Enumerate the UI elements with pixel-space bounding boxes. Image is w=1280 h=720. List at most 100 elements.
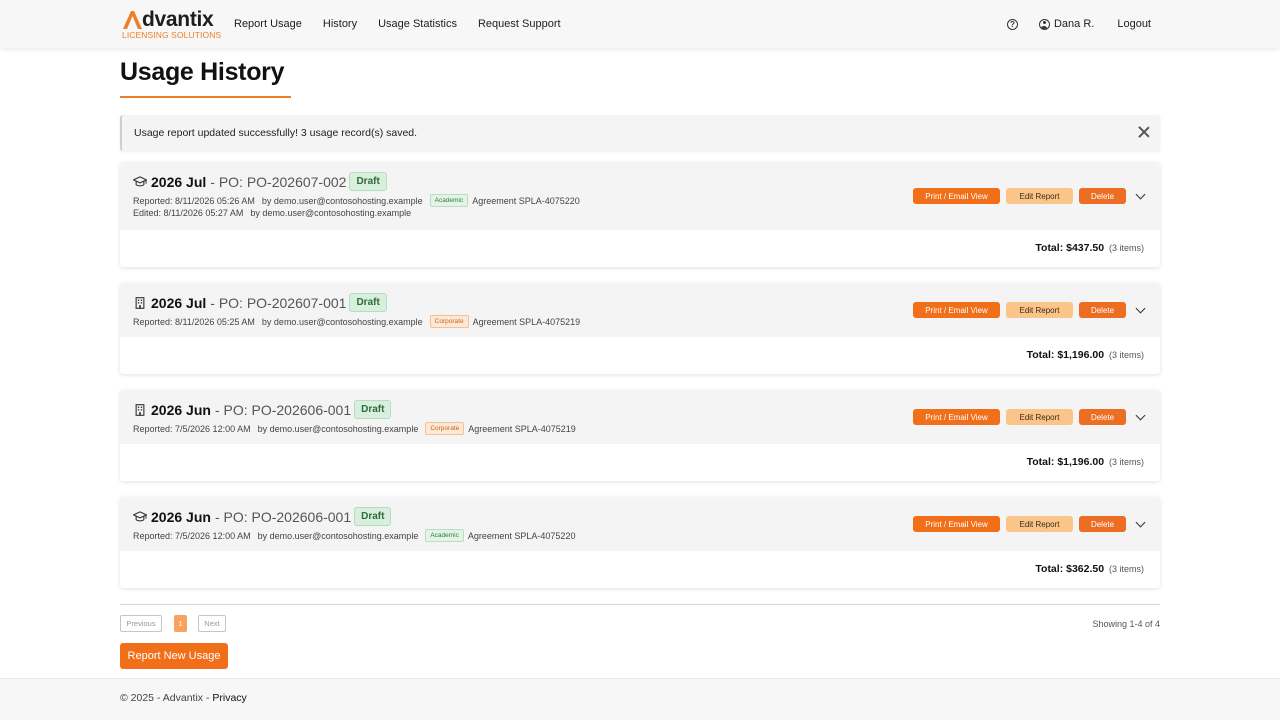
customer-type-badge: Corporate (425, 422, 465, 435)
report-meta: Reported: 8/11/2026 05:25 AM by demo.use… (133, 315, 580, 328)
status-badge: Draft (349, 293, 387, 312)
success-alert: Usage report updated successfully! 3 usa… (120, 115, 1160, 151)
report-card-footer: Total: $362.50 (3 items) (120, 551, 1160, 588)
alert-text: Usage report updated successfully! 3 usa… (134, 127, 418, 139)
report-period: 2026 Jul (151, 173, 207, 190)
delete-button[interactable]: Delete (1079, 516, 1126, 532)
total-amount: Total: $437.50 (1035, 242, 1105, 254)
delete-button[interactable]: Delete (1079, 409, 1126, 425)
nav-history[interactable]: History (323, 18, 357, 30)
report-title: 2026 Jul - PO: PO-202607-002 Draft (133, 172, 387, 191)
user-name: Dana R. (1053, 18, 1095, 30)
privacy-link[interactable]: Privacy (212, 692, 246, 704)
report-edit-meta: Edited: 8/11/2026 05:27 AM by demo.user@… (133, 208, 411, 218)
report-card: 2026 Jul - PO: PO-202607-001 Draft Repor… (120, 283, 1160, 374)
report-new-usage-button[interactable]: Report New Usage (120, 643, 228, 669)
pagination-next-button[interactable]: Next (198, 615, 226, 632)
edited-by: by demo.user@contosohosting.example (250, 208, 412, 218)
pagination-divider (120, 604, 1160, 605)
edit-report-button[interactable]: Edit Report (1006, 188, 1073, 204)
report-actions: Print / Email View Edit Report Delete (913, 516, 1126, 532)
main-nav: Report Usage History Usage Statistics Re… (234, 0, 582, 48)
advantix-logo-mark-icon (123, 11, 142, 29)
pagination-summary: Showing 1-4 of 4 (1092, 619, 1160, 629)
report-card-footer: Total: $1,196.00 (3 items) (120, 337, 1160, 374)
report-period: 2026 Jun (151, 401, 211, 418)
report-card: 2026 Jul - PO: PO-202607-002 Draft Repor… (120, 162, 1160, 267)
customer-type-badge: Academic (429, 194, 469, 207)
footer-text: © 2025 - Advantix - Privacy (120, 692, 247, 704)
pagination-previous-button[interactable]: Previous (120, 615, 162, 632)
report-meta: Reported: 8/11/2026 05:26 AM by demo.use… (133, 194, 580, 207)
agreement-number: Agreement SPLA-4075219 (468, 423, 576, 434)
report-actions: Print / Email View Edit Report Delete (913, 409, 1126, 425)
print-email-button[interactable]: Print / Email View (913, 409, 1000, 425)
help-icon[interactable]: ? (1006, 18, 1018, 30)
report-total: Total: $437.50 (3 items) (1035, 242, 1144, 254)
edit-report-button[interactable]: Edit Report (1006, 302, 1073, 318)
total-amount: Total: $1,196.00 (1026, 456, 1105, 468)
print-email-button[interactable]: Print / Email View (913, 516, 1000, 532)
print-email-button[interactable]: Print / Email View (913, 188, 1000, 204)
report-period: 2026 Jun (151, 508, 211, 525)
print-email-button[interactable]: Print / Email View (913, 302, 1000, 318)
report-card-header[interactable]: 2026 Jul - PO: PO-202607-001 Draft Repor… (120, 283, 1160, 337)
report-card-header[interactable]: 2026 Jun - PO: PO-202606-001 Draft Repor… (120, 497, 1160, 551)
report-card-header[interactable]: 2026 Jul - PO: PO-202607-002 Draft Repor… (120, 162, 1160, 230)
title-underline (120, 96, 291, 98)
delete-button[interactable]: Delete (1079, 188, 1126, 204)
reported-date: Reported: 8/11/2026 05:25 AM (133, 316, 255, 327)
chevron-down-icon[interactable] (1135, 303, 1146, 314)
page-title: Usage History (120, 58, 285, 86)
delete-button[interactable]: Delete (1079, 302, 1126, 318)
item-count: (3 items) (1108, 350, 1144, 360)
item-count: (3 items) (1108, 243, 1144, 253)
reported-by: by demo.user@contosohosting.example (257, 423, 419, 434)
report-card-footer: Total: $1,196.00 (3 items) (120, 444, 1160, 481)
item-count: (3 items) (1108, 457, 1144, 467)
agreement-number: Agreement SPLA-4075219 (472, 316, 581, 327)
customer-type-badge: Academic (425, 529, 464, 542)
total-amount: Total: $362.50 (1035, 563, 1105, 575)
close-icon[interactable] (1138, 126, 1150, 138)
report-card: 2026 Jun - PO: PO-202606-001 Draft Repor… (120, 390, 1160, 481)
total-amount: Total: $1,196.00 (1026, 349, 1105, 361)
graduation-cap-icon (133, 510, 147, 521)
chevron-down-icon[interactable] (1135, 410, 1146, 421)
user-icon (1038, 18, 1050, 30)
report-actions: Print / Email View Edit Report Delete (913, 188, 1126, 204)
report-card-header[interactable]: 2026 Jun - PO: PO-202606-001 Draft Repor… (120, 390, 1160, 444)
page-footer: © 2025 - Advantix - Privacy (0, 678, 1280, 720)
graduation-cap-icon (133, 175, 147, 186)
nav-request-support[interactable]: Request Support (478, 18, 561, 30)
reported-date: Reported: 7/5/2026 12:00 AM (133, 530, 251, 541)
reported-date: Reported: 7/5/2026 12:00 AM (133, 423, 251, 434)
nav-report-usage[interactable]: Report Usage (234, 18, 302, 30)
nav-usage-statistics[interactable]: Usage Statistics (378, 18, 457, 30)
reported-by: by demo.user@contosohosting.example (261, 316, 423, 327)
pagination-page-1[interactable]: 1 (174, 615, 187, 632)
report-actions: Print / Email View Edit Report Delete (913, 302, 1126, 318)
user-menu[interactable]: Dana R. (1038, 18, 1095, 30)
agreement-number: Agreement SPLA-4075220 (467, 530, 576, 541)
logout-link[interactable]: Logout (1117, 18, 1151, 30)
report-meta: Reported: 7/5/2026 12:00 AM by demo.user… (133, 422, 576, 435)
report-total: Total: $1,196.00 (3 items) (1027, 456, 1144, 468)
chevron-down-icon[interactable] (1135, 189, 1146, 200)
report-card: 2026 Jun - PO: PO-202606-001 Draft Repor… (120, 497, 1160, 588)
report-total: Total: $362.50 (3 items) (1035, 563, 1144, 575)
chevron-down-icon[interactable] (1135, 517, 1146, 528)
report-meta: Reported: 7/5/2026 12:00 AM by demo.user… (133, 529, 575, 542)
edit-report-button[interactable]: Edit Report (1006, 409, 1073, 425)
edited-date: Edited: 8/11/2026 05:27 AM (133, 208, 244, 218)
nav-right: ? Dana R. Logout (1006, 0, 1151, 48)
top-navbar: dvantix LICENSING SOLUTIONS Report Usage… (0, 0, 1280, 48)
edit-report-button[interactable]: Edit Report (1006, 516, 1073, 532)
report-po: - PO: PO-202607-001 (210, 294, 347, 311)
report-title: 2026 Jun - PO: PO-202606-001 Draft (133, 507, 392, 526)
reported-by: by demo.user@contosohosting.example (261, 195, 423, 206)
copyright-text: © 2025 - Advantix - (120, 692, 213, 704)
brand-logo[interactable]: dvantix LICENSING SOLUTIONS (121, 8, 221, 41)
brand-name: dvantix (142, 8, 214, 31)
report-title: 2026 Jun - PO: PO-202606-001 Draft (133, 400, 392, 419)
